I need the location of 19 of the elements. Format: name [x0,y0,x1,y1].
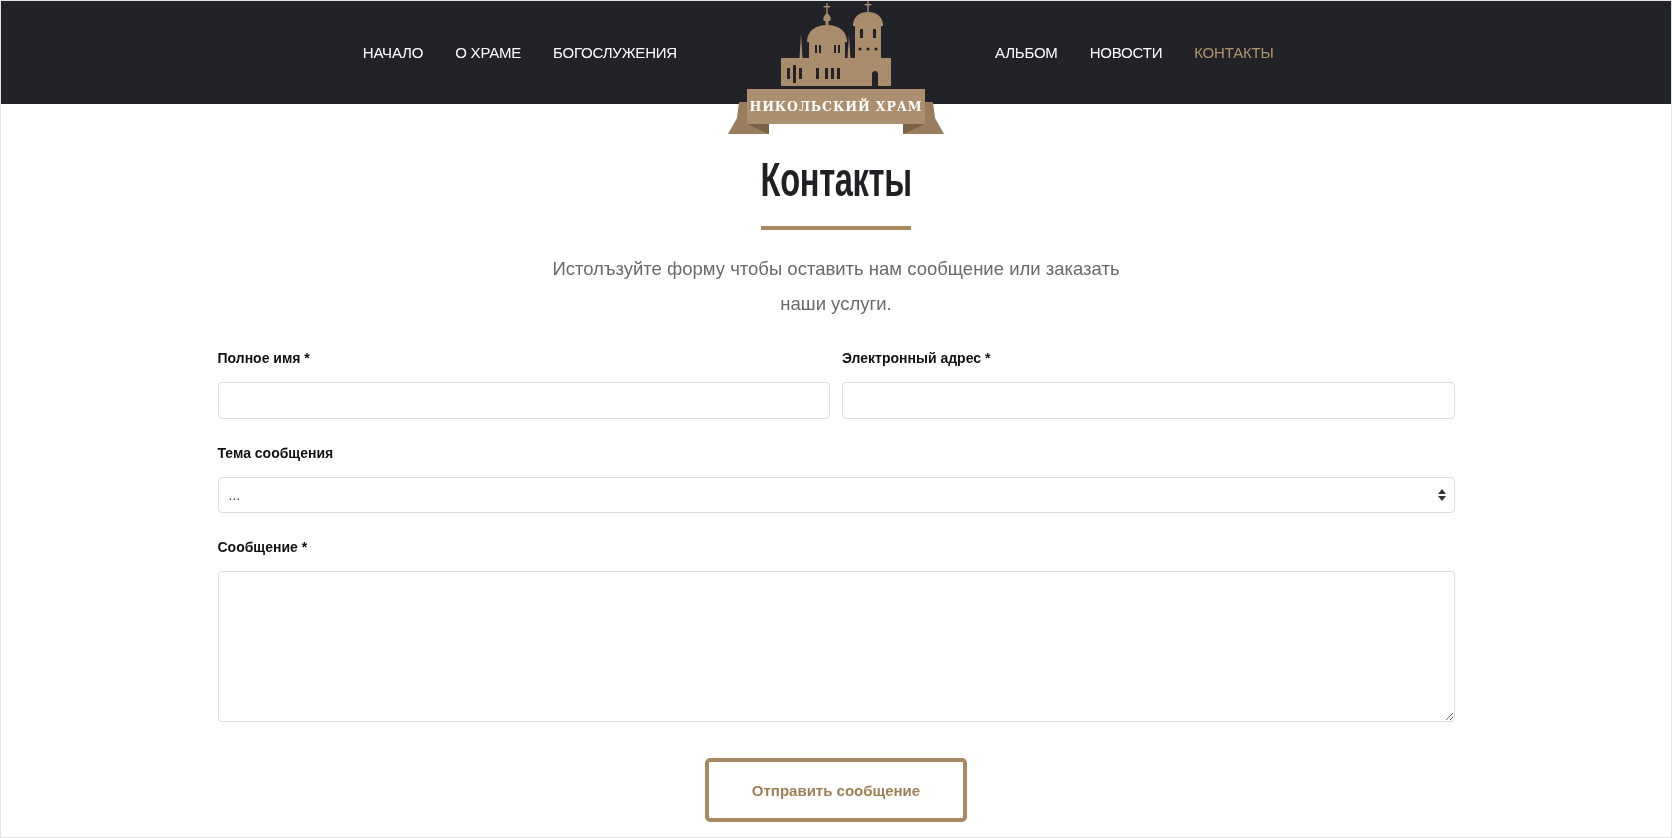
text-input[interactable] [842,382,1455,419]
text-input[interactable] [217,382,830,419]
field-label: Полное имя * [217,349,310,368]
nav-link[interactable]: НОВОСТИ [1089,42,1163,63]
page-title: Контакты [760,152,912,208]
field-label: Электронный адрес * [842,349,991,368]
field-label: Тема сообщения [217,444,334,463]
nav-link[interactable]: БОГОСЛУЖЕНИЯ [553,42,677,63]
intro-text: Истолъзуйте форму чтобы оставить нам сообщение или заказать наши услуги. [551,257,1121,316]
nav-link[interactable]: АЛЬБОМ [995,42,1058,63]
logo-text: НИКОЛЬСКИЙ ХРАМ [749,99,923,114]
subject-select[interactable]: ... [217,477,1455,513]
submit-button[interactable]: Отправить сообщение [705,758,967,822]
up-down-arrows-icon [1437,489,1446,501]
field-label: Сообщение * [217,538,308,557]
nav-link[interactable]: О ХРАМЕ [455,42,522,63]
nav-link[interactable]: КОНТАКТЫ [1194,42,1274,63]
message-textarea[interactable] [217,571,1455,722]
nav-link[interactable]: НАЧАЛО [362,42,424,63]
